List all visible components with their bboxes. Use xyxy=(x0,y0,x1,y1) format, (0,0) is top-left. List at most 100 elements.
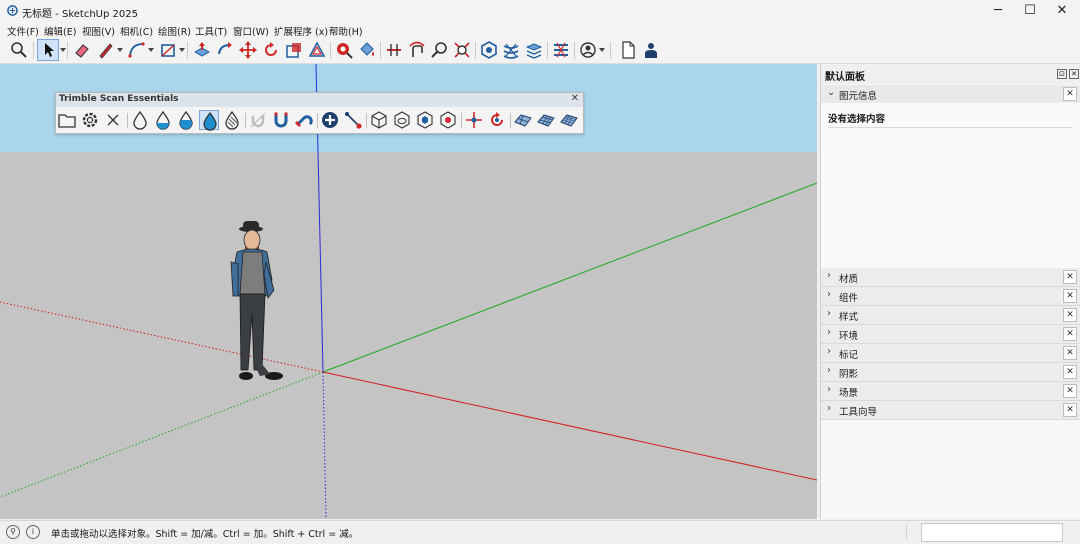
chevron-right-icon[interactable]: › xyxy=(827,346,831,357)
divider xyxy=(906,524,907,540)
person-icon[interactable] xyxy=(641,40,661,60)
select-arrow-icon[interactable] xyxy=(37,39,59,61)
minimize-button[interactable]: ─ xyxy=(980,0,1016,22)
follow-me-icon[interactable] xyxy=(215,40,235,60)
tags-icon[interactable] xyxy=(551,40,571,60)
tray-section-entity-info[interactable]: ⌄ 图元信息 ✕ xyxy=(821,85,1080,104)
box-red-icon[interactable] xyxy=(438,110,458,130)
drop-full-icon[interactable] xyxy=(199,110,219,131)
chevron-down-icon[interactable]: ⌄ xyxy=(827,87,835,98)
menu-edit[interactable]: 编辑(E) xyxy=(44,24,76,38)
magnet-disabled-icon[interactable] xyxy=(248,110,268,130)
maximize-button[interactable]: ☐ xyxy=(1012,0,1048,22)
chevron-right-icon[interactable]: › xyxy=(827,384,831,395)
close-icon[interactable]: ✕ xyxy=(1063,403,1077,417)
point-line-icon[interactable] xyxy=(343,110,363,130)
close-icon[interactable]: ✕ xyxy=(1063,270,1077,284)
close-icon[interactable]: ✕ xyxy=(1063,384,1077,398)
pin-icon[interactable]: ⊡ xyxy=(1057,69,1067,79)
chevron-down-icon[interactable] xyxy=(60,48,66,52)
tray-section-instructor[interactable]: › 工具向导 ✕ xyxy=(821,401,1080,420)
menu-tools[interactable]: 工具(T) xyxy=(195,24,227,38)
rotate-icon[interactable] xyxy=(261,40,281,60)
paint-bucket-icon[interactable] xyxy=(357,40,377,60)
user-account-icon[interactable] xyxy=(578,40,598,60)
add-point-icon[interactable] xyxy=(320,110,340,130)
new-file-icon[interactable] xyxy=(618,40,638,60)
chevron-down-icon[interactable] xyxy=(599,48,605,52)
box-blue-icon[interactable] xyxy=(415,110,435,130)
zoom-extents-icon[interactable] xyxy=(452,40,472,60)
close-icon[interactable]: ✕ xyxy=(1063,365,1077,379)
close-icon[interactable] xyxy=(103,110,123,130)
chevron-right-icon[interactable]: › xyxy=(827,308,831,319)
drop-half-icon[interactable] xyxy=(153,110,173,130)
chevron-right-icon[interactable]: › xyxy=(827,327,831,338)
close-icon[interactable]: ✕ xyxy=(571,93,579,104)
drop-most-icon[interactable] xyxy=(176,110,196,130)
tray-section-scenes[interactable]: › 场景 ✕ xyxy=(821,382,1080,401)
chevron-right-icon[interactable]: › xyxy=(827,403,831,414)
drop-outline-icon[interactable] xyxy=(130,110,150,130)
close-icon[interactable]: ✕ xyxy=(1063,87,1077,101)
menu-help[interactable]: 帮助(H) xyxy=(329,24,363,38)
mesh-icon[interactable] xyxy=(513,110,533,130)
arc-icon[interactable] xyxy=(127,40,147,60)
tray-section-environment[interactable]: › 环境 ✕ xyxy=(821,325,1080,344)
chevron-right-icon[interactable]: › xyxy=(827,289,831,300)
tray-section-components[interactable]: › 组件 ✕ xyxy=(821,287,1080,306)
menu-extensions[interactable]: 扩展程序 (x) xyxy=(274,24,328,38)
chevron-down-icon[interactable] xyxy=(117,48,123,52)
menu-file[interactable]: 文件(F) xyxy=(7,24,39,38)
magnet-icon[interactable] xyxy=(271,110,291,130)
folder-icon[interactable] xyxy=(57,110,77,130)
scan-essentials-panel[interactable]: Trimble Scan Essentials ✕ xyxy=(55,92,584,134)
components-icon[interactable] xyxy=(479,40,499,60)
close-icon[interactable]: ✕ xyxy=(1063,327,1077,341)
tray-section-tags[interactable]: › 标记 ✕ xyxy=(821,344,1080,363)
zoom-window-icon[interactable] xyxy=(430,40,450,60)
eraser-icon[interactable] xyxy=(72,40,92,60)
box-outline-icon[interactable] xyxy=(369,110,389,130)
chevron-down-icon[interactable] xyxy=(148,48,154,52)
pencil-line-icon[interactable] xyxy=(96,40,116,60)
close-icon[interactable]: ✕ xyxy=(1069,69,1079,79)
tray-section-materials[interactable]: › 材质 ✕ xyxy=(821,268,1080,287)
mesh-dense-icon[interactable] xyxy=(536,110,556,130)
sandbox-icon[interactable] xyxy=(501,40,521,60)
tape-measure-icon[interactable] xyxy=(334,40,354,60)
rotate-points-icon[interactable] xyxy=(487,110,507,130)
info-icon[interactable]: i xyxy=(26,525,40,539)
menu-draw[interactable]: 绘图(R) xyxy=(158,24,191,38)
scan-essentials-header[interactable]: Trimble Scan Essentials ✕ xyxy=(56,93,583,107)
magnet-link-icon[interactable] xyxy=(294,110,314,130)
measurements-box[interactable] xyxy=(921,523,1063,542)
drop-striped-icon[interactable] xyxy=(222,110,242,130)
box-cloud-icon[interactable] xyxy=(392,110,412,130)
layers-icon[interactable] xyxy=(524,40,544,60)
menu-view[interactable]: 视图(V) xyxy=(82,24,115,38)
close-window-button[interactable]: ✕ xyxy=(1044,0,1080,22)
menu-camera[interactable]: 相机(C) xyxy=(120,24,153,38)
mesh-grid-icon[interactable] xyxy=(559,110,579,130)
push-pull-icon[interactable] xyxy=(192,40,212,60)
close-icon[interactable]: ✕ xyxy=(1063,346,1077,360)
close-icon[interactable]: ✕ xyxy=(1063,289,1077,303)
chevron-right-icon[interactable]: › xyxy=(827,270,831,281)
orbit-icon[interactable] xyxy=(407,40,427,60)
zoom-icon[interactable] xyxy=(9,40,29,60)
section-plane-icon[interactable] xyxy=(384,40,404,60)
close-icon[interactable]: ✕ xyxy=(1063,308,1077,322)
rectangle-icon[interactable] xyxy=(158,40,178,60)
tray-section-shadows[interactable]: › 阴影 ✕ xyxy=(821,363,1080,382)
offset-icon[interactable] xyxy=(307,40,327,60)
geolocation-icon[interactable]: ⚲ xyxy=(6,525,20,539)
chevron-down-icon[interactable] xyxy=(179,48,185,52)
chevron-right-icon[interactable]: › xyxy=(827,365,831,376)
gear-icon[interactable] xyxy=(80,110,100,130)
tray-section-styles[interactable]: › 样式 ✕ xyxy=(821,306,1080,325)
scale-icon[interactable] xyxy=(284,40,304,60)
move-points-icon[interactable] xyxy=(464,110,484,130)
move-icon[interactable] xyxy=(238,40,258,60)
menu-window[interactable]: 窗口(W) xyxy=(233,24,269,38)
